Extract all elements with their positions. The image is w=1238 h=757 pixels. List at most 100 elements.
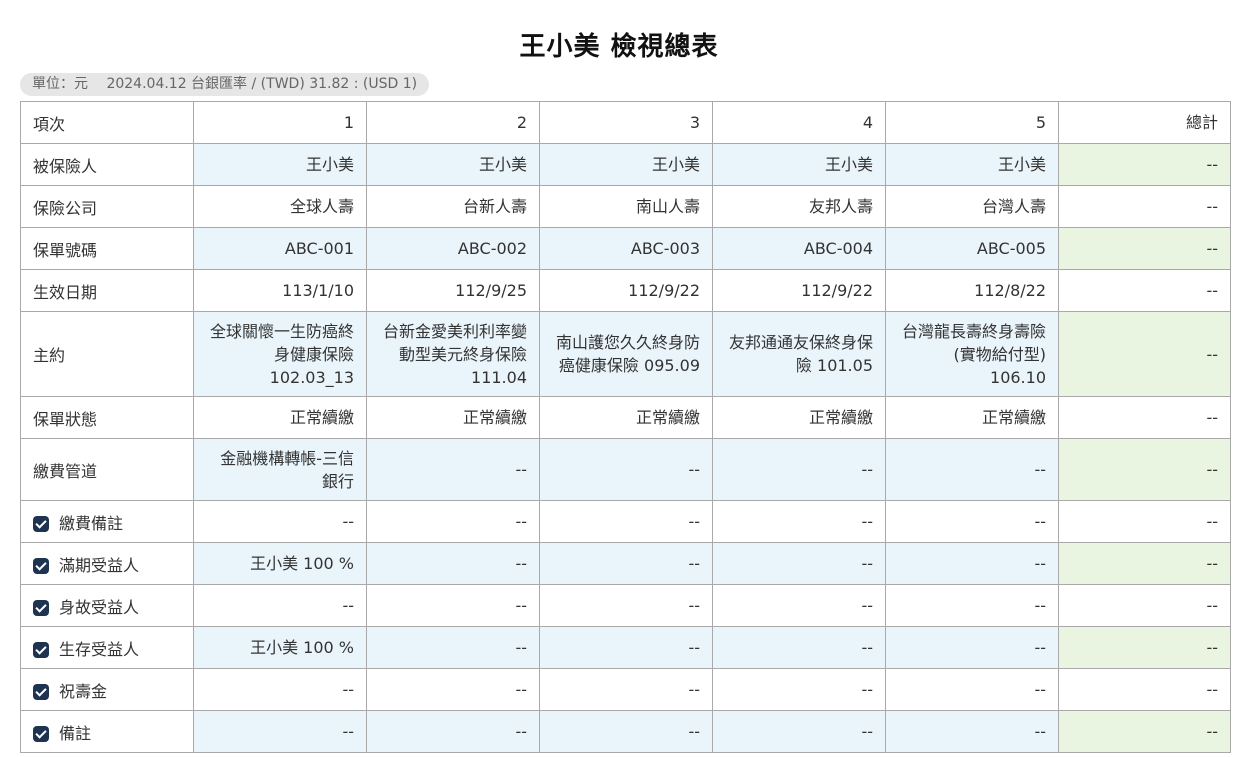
table-cell: -- bbox=[366, 710, 540, 753]
table-row: 保單號碼 ABC-001 ABC-002 ABC-003 ABC-004 ABC-005-… bbox=[20, 227, 1231, 270]
table-cell: 全球關懷一生防癌終身健康保險 102.03_13 bbox=[193, 311, 367, 397]
row-checkbox[interactable] bbox=[33, 641, 49, 658]
table-cell: -- bbox=[193, 584, 367, 627]
header-col-2: 2 bbox=[366, 101, 540, 144]
table-cell: 全球人壽 bbox=[193, 185, 367, 228]
table-cell: -- bbox=[885, 584, 1059, 627]
table-row: 繳費備註 -- -- -- -- -- -- bbox=[20, 500, 1231, 543]
row-label-text: 繳費備註 bbox=[59, 513, 124, 533]
table-row: 祝壽金 -- -- -- -- -- -- bbox=[20, 668, 1231, 711]
header-col-3: 3 bbox=[539, 101, 713, 144]
table-cell: -- bbox=[539, 668, 713, 711]
table-cell: -- bbox=[712, 542, 886, 585]
table-cell: 台新人壽 bbox=[366, 185, 540, 228]
table-cell: -- bbox=[712, 500, 886, 543]
exchange-rate-label: 2024.04.12 台銀匯率 / (TWD) 31.82 : (USD 1) bbox=[106, 76, 418, 92]
table-cell: ABC-003 bbox=[539, 227, 713, 270]
table-cell: 王小美 bbox=[193, 143, 367, 186]
table-cell: -- bbox=[539, 500, 713, 543]
row-label: 被保險人 bbox=[20, 143, 194, 186]
table-cell: -- bbox=[712, 710, 886, 753]
table-row: 備註 -- -- -- -- -- -- bbox=[20, 710, 1231, 753]
row-label-text: 生效日期 bbox=[33, 282, 98, 302]
row-label-text: 保險公司 bbox=[33, 198, 98, 218]
table-cell: -- bbox=[366, 668, 540, 711]
total-cell: -- bbox=[1058, 668, 1231, 711]
table-cell: 112/8/22 bbox=[885, 269, 1059, 312]
row-label-text: 保單號碼 bbox=[33, 240, 98, 260]
total-cell: -- bbox=[1058, 227, 1231, 270]
row-checkbox[interactable] bbox=[33, 515, 49, 532]
table-cell: -- bbox=[193, 668, 367, 711]
table-cell: 台灣人壽 bbox=[885, 185, 1059, 228]
table-cell: -- bbox=[885, 438, 1059, 501]
row-checkbox[interactable] bbox=[33, 599, 49, 616]
total-cell: -- bbox=[1058, 396, 1231, 439]
row-label-text: 備註 bbox=[59, 723, 92, 743]
table-cell: -- bbox=[193, 500, 367, 543]
row-label: 保險公司 bbox=[20, 185, 194, 228]
total-cell: -- bbox=[1058, 311, 1231, 397]
table-row: 滿期受益人 王小美 100 % -- -- -- -- -- bbox=[20, 542, 1231, 585]
table-cell: -- bbox=[539, 584, 713, 627]
row-label: 保單號碼 bbox=[20, 227, 194, 270]
table-cell: -- bbox=[712, 438, 886, 501]
table-row: 身故受益人 -- -- -- -- -- -- bbox=[20, 584, 1231, 627]
table-cell: 112/9/22 bbox=[539, 269, 713, 312]
table-cell: 王小美 100 % bbox=[193, 626, 367, 669]
total-cell: -- bbox=[1058, 185, 1231, 228]
unit-label: 單位：元 bbox=[32, 76, 88, 92]
table-cell: 正常續繳 bbox=[193, 396, 367, 439]
table-cell: 正常續繳 bbox=[539, 396, 713, 439]
table-cell: 112/9/22 bbox=[712, 269, 886, 312]
row-label-text: 滿期受益人 bbox=[59, 555, 140, 575]
total-cell: -- bbox=[1058, 500, 1231, 543]
total-cell: -- bbox=[1058, 542, 1231, 585]
page-title: 王小美 檢視總表 bbox=[519, 32, 719, 62]
table-cell: 112/9/25 bbox=[366, 269, 540, 312]
table-cell: 南山人壽 bbox=[539, 185, 713, 228]
table-cell: -- bbox=[885, 668, 1059, 711]
table-cell: -- bbox=[539, 438, 713, 501]
table-header-row: 項次 1 2 3 4 5 總計 bbox=[20, 101, 1231, 144]
row-label-text: 祝壽金 bbox=[59, 681, 108, 701]
header-label: 項次 bbox=[20, 101, 194, 144]
table-cell: -- bbox=[366, 542, 540, 585]
table-cell: -- bbox=[539, 710, 713, 753]
row-label: 祝壽金 bbox=[20, 668, 194, 711]
row-checkbox[interactable] bbox=[33, 725, 49, 742]
row-label-text: 主約 bbox=[33, 346, 66, 365]
table-cell: -- bbox=[712, 584, 886, 627]
table-row: 保險公司 全球人壽 台新人壽 南山人壽 友邦人壽 台灣人壽 -- bbox=[20, 185, 1231, 228]
table-row: 主約 全球關懷一生防癌終身健康保險 102.03_13 台新金愛美利利率變動型美元終… bbox=[20, 311, 1231, 397]
row-label: 繳費備註 bbox=[20, 500, 194, 543]
table-cell: -- bbox=[885, 500, 1059, 543]
table-cell: 正常續繳 bbox=[885, 396, 1059, 439]
table-cell: ABC-005 bbox=[885, 227, 1059, 270]
table-cell: -- bbox=[712, 626, 886, 669]
total-cell: -- bbox=[1058, 626, 1231, 669]
table-cell: -- bbox=[885, 542, 1059, 585]
total-cell: -- bbox=[1058, 143, 1231, 186]
table-cell: -- bbox=[366, 500, 540, 543]
policy-summary-table: 項次 1 2 3 4 5 總計 被保險人 王小美 王小美 王小美 王小美 王小美 -- 保險公… bbox=[20, 101, 1231, 753]
table-cell: 正常續繳 bbox=[712, 396, 886, 439]
table-cell: -- bbox=[366, 438, 540, 501]
table-cell: -- bbox=[712, 668, 886, 711]
row-label: 保單狀態 bbox=[20, 396, 194, 439]
header-col-1: 1 bbox=[193, 101, 367, 144]
row-checkbox[interactable] bbox=[33, 557, 49, 574]
row-label: 繳費管道 bbox=[20, 438, 194, 501]
table-cell: -- bbox=[539, 542, 713, 585]
table-cell: 王小美 bbox=[885, 143, 1059, 186]
table-cell: 友邦人壽 bbox=[712, 185, 886, 228]
row-label: 生效日期 bbox=[20, 269, 194, 312]
table-cell: ABC-004 bbox=[712, 227, 886, 270]
table-cell: ABC-001 bbox=[193, 227, 367, 270]
row-label-text: 繳費管道 bbox=[33, 461, 98, 481]
unit-exchange-rate-bar: 單位：元 2024.04.12 台銀匯率 / (TWD) 31.82 : (US… bbox=[20, 73, 430, 96]
total-cell: -- bbox=[1058, 269, 1231, 312]
table-cell: ABC-002 bbox=[366, 227, 540, 270]
row-checkbox[interactable] bbox=[33, 683, 49, 700]
table-cell: 南山護您久久終身防癌健康保險 095.09 bbox=[539, 311, 713, 397]
